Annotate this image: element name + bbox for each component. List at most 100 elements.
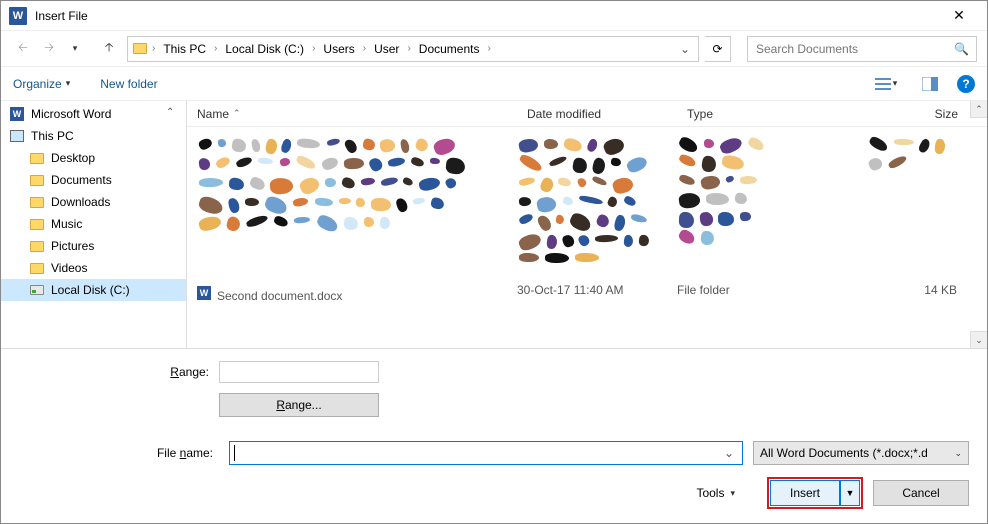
file-item[interactable]: W Second document.docx [197,283,342,303]
folder-icon [29,150,45,166]
tree-item-pictures[interactable]: Pictures [1,235,186,257]
word-icon: W [9,106,25,122]
new-folder-button[interactable]: New folder [100,77,157,91]
view-mode-button[interactable]: ▾ [869,72,903,96]
scroll-down-button[interactable]: ⌄ [970,331,987,348]
forward-button[interactable]: 🡢 [37,37,61,61]
help-button[interactable]: ? [957,75,975,93]
chevron-right-icon: › [150,43,157,54]
drive-icon [29,282,45,298]
refresh-button[interactable]: ⟳ [705,36,731,62]
chevron-right-icon: › [212,43,219,54]
tree-label: Music [51,217,82,231]
tree-label: Videos [51,261,87,275]
toolbar: Organize ▾ New folder ▾ ? [1,67,987,101]
chevron-right-icon: › [405,43,412,54]
preview-pane-button[interactable] [913,72,947,96]
scroll-up-button[interactable]: ⌃ [970,101,987,118]
col-size[interactable]: Size [823,101,987,126]
insert-dropdown[interactable]: ▼ [840,480,860,506]
filter-label: All Word Documents (*.docx;*.d [760,446,928,460]
chevron-down-icon: ▾ [730,488,735,499]
bc-documents[interactable]: Documents [415,42,484,56]
organize-label: Organize [13,77,62,91]
up-button[interactable]: 🡡 [97,37,121,61]
preview-pane-icon [922,77,938,91]
list-view-icon [875,77,891,91]
file-list: ⌃ ⌄ Name ⌃ Date modified Type Size W Sec… [187,101,987,348]
folder-icon [132,41,148,57]
word-app-icon: W [9,7,27,25]
tree-item-music[interactable]: Music [1,213,186,235]
pc-icon [9,128,25,144]
chevron-down-icon: ▾ [66,78,71,89]
back-button[interactable]: 🡠 [11,37,35,61]
chevron-down-icon: ⌄ [954,448,962,459]
col-type[interactable]: Type [677,101,823,126]
bc-users[interactable]: Users [319,42,358,56]
tree-item-desktop[interactable]: Desktop [1,147,186,169]
organize-menu[interactable]: Organize ▾ [13,77,70,91]
chevron-down-icon[interactable]: ⌄ [720,446,738,460]
range-label: Range: [19,365,219,379]
file-type-filter[interactable]: All Word Documents (*.docx;*.d ⌄ [753,441,969,465]
titlebar: W Insert File ✕ [1,1,987,31]
word-doc-icon: W [197,286,211,300]
bc-user[interactable]: User [370,42,403,56]
nav-tree: ⌃ W Microsoft Word This PC Desktop Documents… [1,101,187,348]
chevron-right-icon: › [361,43,368,54]
window-title: Insert File [35,9,939,23]
tree-label: This PC [31,129,74,143]
tree-item-documents[interactable]: Documents [1,169,186,191]
cancel-button[interactable]: Cancel [873,480,969,506]
sort-ascending-icon: ⌃ [233,108,241,119]
tree-label: Desktop [51,151,95,165]
col-name[interactable]: Name ⌃ [187,101,517,126]
filename-combobox[interactable]: ⌄ [229,441,743,465]
chevron-up-icon[interactable]: ⌃ [166,107,176,118]
range-input[interactable] [219,361,379,383]
col-date[interactable]: Date modified [517,101,677,126]
tree-label: Local Disk (C:) [51,283,130,297]
bc-this-pc[interactable]: This PC [159,42,210,56]
tree-label: Pictures [51,239,94,253]
file-date: 30-Oct-17 11:40 AM [517,283,624,297]
obscured-content [867,137,957,277]
breadcrumb-dropdown[interactable]: ⌄ [676,42,694,56]
navbar: 🡠 🡢 ▾ 🡡 › This PC › Local Disk (C:) › Us… [1,31,987,67]
chevron-right-icon: › [485,43,492,54]
tree-label: Documents [51,173,112,187]
tools-label: Tools [696,486,724,500]
folder-icon [29,172,45,188]
filename-input[interactable] [235,445,720,461]
folder-icon [29,238,45,254]
obscured-content [517,137,653,277]
close-button[interactable]: ✕ [939,2,979,30]
folder-icon [29,216,45,232]
tree-label: Downloads [51,195,110,209]
column-headers: Name ⌃ Date modified Type Size [187,101,987,127]
filename-label: File name: [19,446,219,460]
range-button[interactable]: Range... [219,393,379,417]
tree-item-local-disk-c-[interactable]: Local Disk (C:) [1,279,186,301]
tools-menu[interactable]: Tools ▾ [696,486,735,500]
insert-button[interactable]: Insert [770,480,840,506]
search-box[interactable]: 🔍 [747,36,977,62]
tree-item-videos[interactable]: Videos [1,257,186,279]
recent-dropdown[interactable]: ▾ [63,37,87,61]
search-input[interactable] [754,41,954,57]
obscured-content [197,137,469,277]
tree-item-microsoft-word[interactable]: W Microsoft Word [1,103,186,125]
tree-item-this-pc[interactable]: This PC [1,125,186,147]
file-name: Second document.docx [217,289,342,303]
file-size: 14 KB [924,283,957,297]
bc-local-disk[interactable]: Local Disk (C:) [221,42,308,56]
breadcrumb[interactable]: › This PC › Local Disk (C:) › Users › Us… [127,36,699,62]
file-type: File folder [677,283,730,297]
tree-label: Microsoft Word [31,107,111,121]
tree-item-downloads[interactable]: Downloads [1,191,186,213]
bottom-panel: Range: Range... File name: ⌄ All Word Do… [1,349,987,519]
chevron-down-icon: ▾ [893,78,898,89]
folder-icon [29,260,45,276]
chevron-right-icon: › [310,43,317,54]
